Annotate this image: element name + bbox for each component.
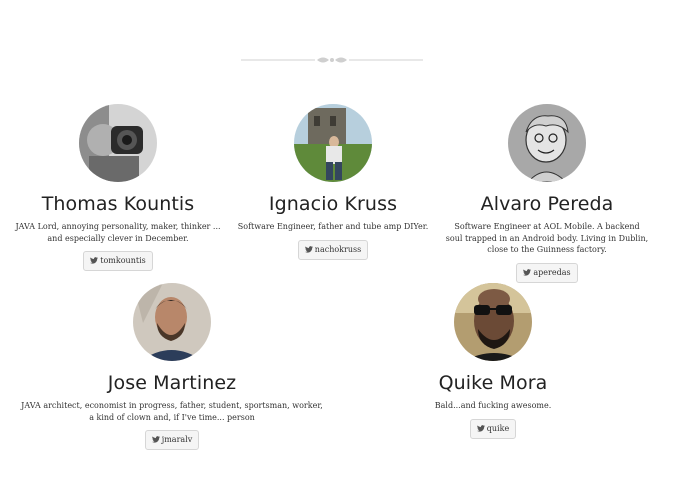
twitter-bird-icon [523, 268, 532, 276]
twitter-button[interactable]: jmaralv [144, 430, 200, 450]
member-name: Alvaro Pereda [480, 193, 614, 215]
avatar [294, 104, 372, 182]
member-name: Ignacio Kruss [268, 193, 398, 215]
twitter-handle: jmaralv [161, 435, 193, 444]
team-member-card: Jose Martinez JAVA architect, economist … [20, 283, 324, 450]
member-name: Thomas Kountis [41, 193, 195, 215]
member-bio: JAVA Lord, annoying personality, maker, … [15, 222, 221, 243]
member-name: Quike Mora [438, 372, 548, 394]
member-bio: Software Engineer at AOL Mobile. A backe… [445, 222, 649, 254]
member-name: Jose Martinez [107, 372, 237, 394]
team-member-card: Ignacio Kruss Software Engineer, father … [233, 104, 433, 260]
twitter-bird-icon [476, 424, 485, 432]
team-member-card: Thomas Kountis JAVA Lord, annoying perso… [10, 104, 226, 271]
twitter-handle: nachokruss [314, 244, 362, 254]
twitter-handle: aperedas [533, 267, 571, 277]
ornament-divider-icon [241, 57, 423, 63]
member-bio: JAVA architect, economist in progress, f… [21, 401, 323, 422]
twitter-button[interactable]: quike [469, 418, 517, 439]
twitter-button[interactable]: tomkountis [83, 251, 153, 271]
twitter-button[interactable]: aperedas [516, 262, 578, 283]
team-member-card: Alvaro Pereda Software Engineer at AOL M… [445, 104, 649, 283]
twitter-bird-icon [304, 245, 313, 253]
avatar [79, 104, 157, 182]
avatar [133, 283, 211, 361]
avatar [454, 283, 532, 361]
twitter-handle: tomkountis [100, 256, 146, 265]
team-member-card: Quike Mora Bald...and fucking awesome. q… [393, 283, 593, 439]
twitter-bird-icon [90, 257, 99, 264]
member-bio: Bald...and fucking awesome. [434, 401, 552, 410]
twitter-bird-icon [151, 436, 160, 443]
twitter-handle: quike [486, 423, 510, 433]
member-bio: Software Engineer, father and tube amp D… [237, 222, 429, 231]
twitter-button[interactable]: nachokruss [297, 239, 369, 260]
avatar [508, 104, 586, 182]
